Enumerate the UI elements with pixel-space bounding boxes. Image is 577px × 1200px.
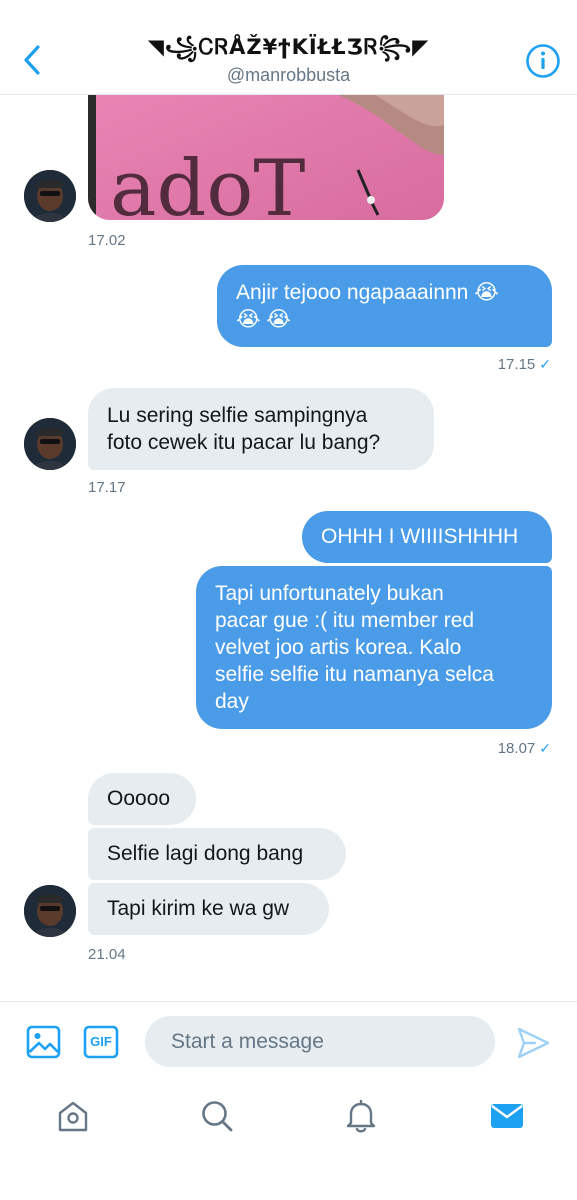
- back-button[interactable]: [16, 40, 48, 80]
- send-icon: [517, 1027, 550, 1059]
- tab-home[interactable]: [53, 1096, 93, 1136]
- conversation-handle: @manrobbusta: [226, 65, 351, 85]
- message-text-line: selfie selfie itu namanya selca: [215, 663, 494, 686]
- home-icon: [58, 1101, 88, 1132]
- chevron-left-icon: [24, 45, 40, 75]
- message-timestamp: 17.15: [497, 356, 536, 373]
- send-button[interactable]: [515, 1025, 551, 1061]
- message-text-line: velvet joo artis korea. Kalo: [215, 636, 462, 659]
- message-timestamp: 17.02: [88, 232, 126, 249]
- add-gif-button[interactable]: GIF: [83, 1024, 119, 1060]
- message-text-line: OHHH I WIIIISHHHH: [321, 525, 519, 548]
- read-check-icon: ✓: [539, 356, 551, 372]
- bottom-tab-bar: [0, 1078, 577, 1200]
- envelope-icon: [491, 1104, 523, 1128]
- avatar[interactable]: [24, 418, 76, 470]
- message-status: 17.15 ✓: [498, 355, 551, 374]
- message-text-line: day: [215, 690, 249, 713]
- image-icon: [26, 1025, 61, 1059]
- message-list[interactable]: adoT 17.02 Anjir tejooo ngapaaainnn 😭 😭 …: [0, 95, 577, 1000]
- tab-notifications[interactable]: [341, 1096, 381, 1136]
- message-text-line: foto cewek itu pacar lu bang?: [107, 431, 381, 454]
- conversation-title-block[interactable]: ◥꧁ᏟᏒÅŽ¥ϯKÏŁŁƷᏒ꧂◤ @manrobbusta: [60, 32, 517, 86]
- incoming-message[interactable]: Ooooo: [88, 773, 196, 825]
- bell-icon: [346, 1099, 376, 1133]
- message-input[interactable]: [145, 1016, 495, 1067]
- message-status: 18.07 ✓: [498, 739, 551, 758]
- message-text-line: Tapi unfortunately bukan: [215, 582, 444, 605]
- message-text-line: pacar gue :( itu member red: [215, 609, 475, 632]
- conversation-title: ◥꧁ᏟᏒÅŽ¥ϯKÏŁŁƷᏒ꧂◤: [147, 35, 430, 59]
- photo-message[interactable]: adoT: [88, 95, 444, 220]
- conversation-header: ◥꧁ᏟᏒÅŽ¥ϯKÏŁŁƷᏒ꧂◤ @manrobbusta: [0, 0, 577, 95]
- avatar[interactable]: [24, 170, 76, 222]
- message-timestamp: 21.04: [88, 946, 126, 963]
- photo-image: adoT: [88, 95, 444, 220]
- avatar-image: [24, 418, 76, 470]
- message-text-line: 😭 😭: [236, 308, 291, 331]
- incoming-message[interactable]: Tapi kirim ke wa gw: [88, 883, 329, 935]
- avatar-image: [24, 170, 76, 222]
- avatar-image: [24, 885, 76, 937]
- read-check-icon: ✓: [539, 740, 551, 756]
- add-photo-button[interactable]: [26, 1024, 62, 1060]
- tab-messages[interactable]: [487, 1096, 527, 1136]
- incoming-message[interactable]: Lu sering selfie sampingnya foto cewek i…: [88, 388, 434, 470]
- message-timestamp: 17.17: [88, 479, 126, 496]
- info-button[interactable]: [525, 43, 561, 79]
- message-text-line: Lu sering selfie sampingnya: [107, 404, 368, 427]
- tab-search[interactable]: [197, 1096, 237, 1136]
- gif-label: GIF: [90, 1034, 112, 1049]
- message-text-line: Tapi kirim ke wa gw: [107, 897, 290, 920]
- outgoing-message[interactable]: OHHH I WIIIISHHHH: [302, 511, 552, 563]
- outgoing-message[interactable]: Anjir tejooo ngapaaainnn 😭 😭 😭: [217, 265, 552, 347]
- avatar[interactable]: [24, 885, 76, 937]
- outgoing-message[interactable]: Tapi unfortunately bukan pacar gue :( it…: [196, 566, 552, 729]
- message-text-line: Selfie lagi dong bang: [107, 842, 304, 865]
- incoming-message[interactable]: Selfie lagi dong bang: [88, 828, 346, 880]
- message-text-line: Ooooo: [107, 787, 171, 810]
- message-text-line: Anjir tejooo ngapaaainnn 😭: [236, 281, 499, 304]
- message-timestamp: 18.07: [497, 740, 536, 757]
- svg-text:adoT: adoT: [110, 144, 305, 220]
- info-icon: [526, 44, 560, 78]
- message-composer: GIF: [0, 1001, 577, 1078]
- search-icon: [202, 1101, 233, 1132]
